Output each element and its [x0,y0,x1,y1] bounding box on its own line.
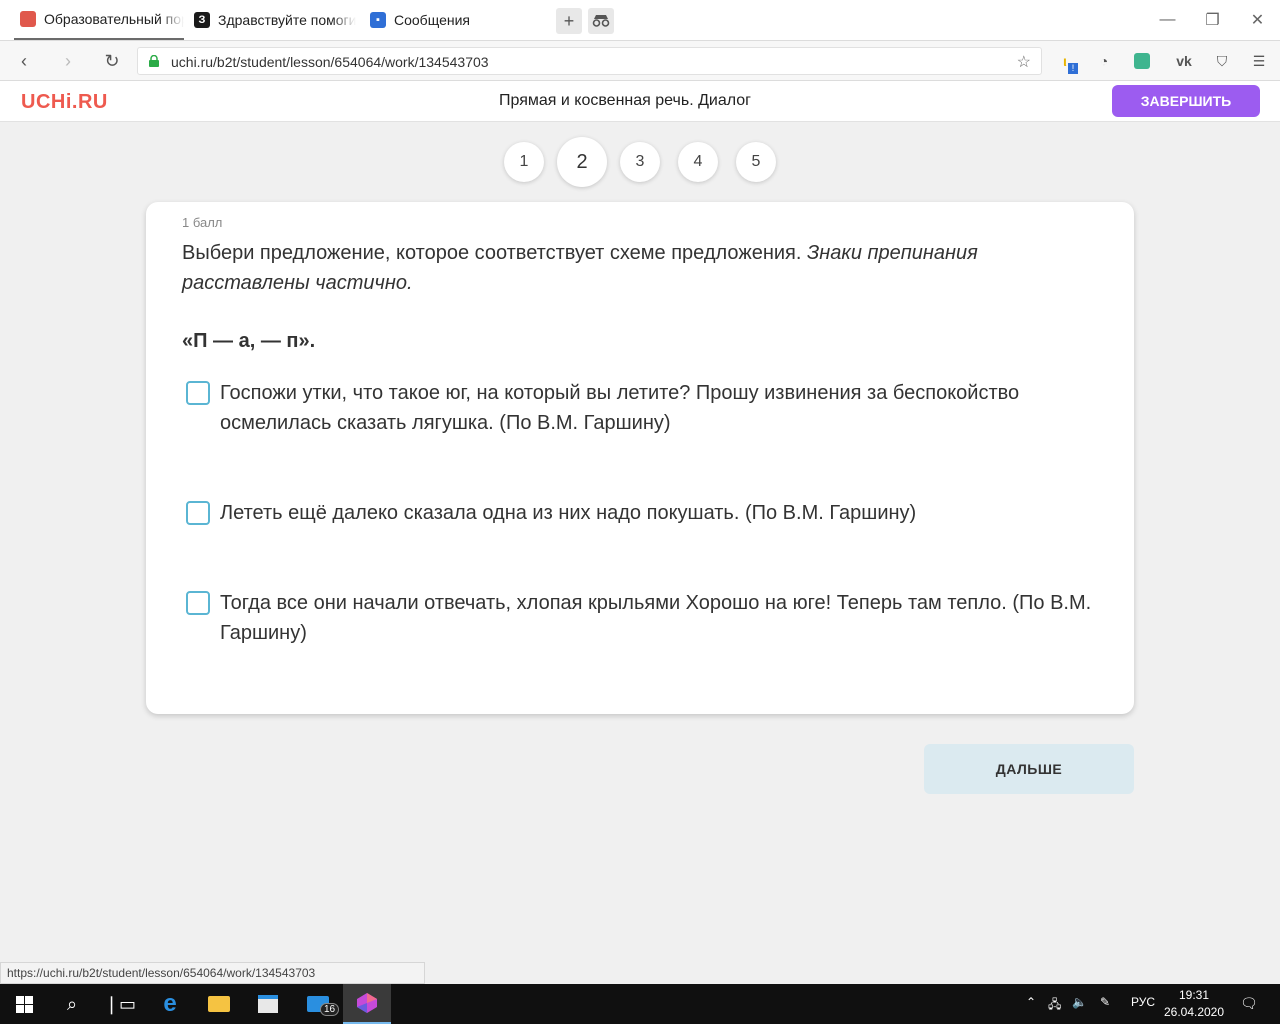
step-2[interactable]: 2 [557,137,607,187]
mail-icon[interactable]: 16 [294,984,342,1024]
yandex-extension-icon[interactable]: ι ! [1054,50,1078,74]
chat-favicon-icon: ▪ [370,12,386,28]
clock[interactable]: 19:31 26.04.2020 [1160,987,1228,1021]
windows-start-icon[interactable] [0,984,48,1024]
step-5[interactable]: 5 [736,142,776,182]
vk-icon[interactable]: vk [1173,50,1195,72]
finish-button[interactable]: ЗАВЕРШИТЬ [1112,85,1260,117]
tab-uchi[interactable]: Образовательный пор [14,0,184,40]
network-icon[interactable]: 🖧 [1048,995,1061,1016]
reload-icon[interactable]: ↻ [100,49,124,73]
file-explorer-icon[interactable] [195,984,243,1024]
speed-dial-icon[interactable]: ◔ [1093,50,1115,72]
sentence-scheme: «П — а, — п». [182,330,316,352]
lesson-title: Прямая и косвенная речь. Диалог [499,92,751,109]
tab-title: Сообщения [394,12,470,28]
incognito-icon[interactable] [588,8,614,34]
browser-tab-bar: Образовательный пор З Здравствуйте помог… [0,0,1280,41]
checkbox[interactable] [186,591,210,615]
forward-icon[interactable]: › [56,49,80,73]
znanija-favicon-icon: З [194,12,210,28]
pen-icon[interactable]: ✎ [1100,995,1110,1009]
notifications-icon[interactable]: 🗨 [1240,995,1258,1012]
task-card: 1 балл Выбери предложение, которое соотв… [146,202,1134,714]
back-icon[interactable]: ‹ [12,49,36,73]
tab-messages[interactable]: ▪ Сообщения [370,0,500,40]
status-bar-url: https://uchi.ru/b2t/student/lesson/65406… [0,962,425,984]
store-icon[interactable] [244,984,292,1024]
close-icon[interactable]: ✕ [1235,0,1280,40]
points-label: 1 балл [182,215,223,230]
step-4[interactable]: 4 [678,142,718,182]
yandex-browser-icon[interactable] [343,984,391,1024]
minimize-icon[interactable]: — [1145,0,1190,40]
new-tab-icon[interactable]: + [556,8,582,34]
step-1[interactable]: 1 [504,142,544,182]
windows-taskbar: ⌕ ❘▭ e 16 ⌃ 🖧 🔈 ✎ РУС 19:31 26.04.2020 🗨 [0,984,1280,1024]
option-text: Госпожи утки, что такое юг, на который в… [220,382,1020,434]
tab-znanija[interactable]: З Здравствуйте помогит [194,0,356,40]
checkbox[interactable] [186,501,210,525]
question-main: Выбери предложение, которое соответствуе… [182,242,807,264]
clock-time: 19:31 [1178,988,1210,1002]
shield-icon[interactable]: ⛉ [1211,50,1233,72]
edge-icon[interactable]: e [146,984,194,1024]
restore-icon[interactable]: ❐ [1190,0,1235,40]
extension-badge: ! [1068,63,1078,74]
show-hidden-icons-icon[interactable]: ⌃ [1026,995,1036,1009]
answer-option-1[interactable]: Госпожи утки, что такое юг, на который в… [186,378,1106,438]
search-icon[interactable]: ⌕ [48,984,96,1024]
site-header: UCHi.RU Прямая и косвенная речь. Диалог … [0,81,1280,122]
next-button[interactable]: ДАЛЬШЕ [924,744,1134,794]
question-text: Выбери предложение, которое соответствуе… [182,238,1082,298]
language-indicator[interactable]: РУС [1131,995,1155,1009]
uchi-favicon-icon [20,11,36,27]
task-view-icon[interactable]: ❘▭ [96,984,144,1024]
security-extension-icon[interactable] [1131,50,1153,72]
volume-icon[interactable]: 🔈 [1072,995,1087,1009]
bookmark-star-icon[interactable]: ☆ [1017,52,1031,72]
mail-badge: 16 [320,1003,340,1016]
answer-option-3[interactable]: Тогда все они начали отвечать, хлопая кр… [186,588,1106,648]
answer-option-2[interactable]: Лететь ещё далеко сказала одна из них на… [186,498,1106,528]
step-3[interactable]: 3 [620,142,660,182]
lesson-page: 1 2 3 4 5 1 балл Выбери предложение, кот… [0,122,1280,984]
checkbox[interactable] [186,381,210,405]
address-bar-row: ‹ › ↻ uchi.ru/b2t/student/lesson/654064/… [0,41,1280,81]
clock-date: 26.04.2020 [1163,1005,1225,1019]
menu-icon[interactable]: ☰ [1248,50,1270,72]
address-input[interactable]: uchi.ru/b2t/student/lesson/654064/work/1… [137,47,1042,75]
url-text: uchi.ru/b2t/student/lesson/654064/work/1… [171,54,489,70]
option-text: Тогда все они начали отвечать, хлопая кр… [220,592,1092,644]
lock-icon [149,55,159,67]
option-text: Лететь ещё далеко сказала одна из них на… [220,502,917,524]
